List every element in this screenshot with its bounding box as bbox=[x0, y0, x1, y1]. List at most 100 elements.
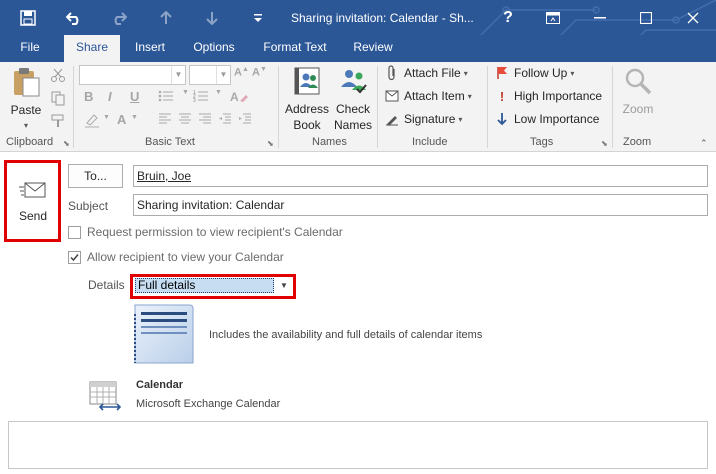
chevron-down-icon: ▾ bbox=[467, 91, 472, 101]
title-bar: Sharing invitation: Calendar - Sh... ? bbox=[0, 0, 716, 35]
cut-icon[interactable] bbox=[50, 67, 66, 83]
allow-view-checkbox[interactable] bbox=[68, 251, 81, 264]
separator bbox=[487, 66, 488, 148]
address-book-label-line2: Book bbox=[293, 118, 321, 132]
undo-icon[interactable] bbox=[60, 0, 88, 35]
attach-item-icon bbox=[384, 88, 400, 104]
bold-button[interactable]: B bbox=[84, 89, 93, 104]
highlight-icon[interactable] bbox=[84, 112, 100, 131]
font-name-combo[interactable]: ▼ bbox=[79, 65, 186, 85]
underline-button[interactable]: U bbox=[130, 89, 139, 104]
tab-share[interactable]: Share bbox=[64, 35, 120, 62]
subject-field[interactable]: Sharing invitation: Calendar bbox=[133, 194, 708, 216]
numbering-dropdown-icon[interactable]: ▼ bbox=[215, 89, 222, 96]
increase-indent-icon[interactable] bbox=[238, 112, 252, 129]
separator bbox=[73, 66, 74, 148]
request-permission-checkbox[interactable] bbox=[68, 226, 81, 239]
tags-launcher-icon[interactable]: ⬊ bbox=[601, 139, 608, 148]
check-names-label-line2: Names bbox=[333, 118, 372, 132]
font-color-dropdown-icon[interactable]: ▼ bbox=[131, 114, 138, 121]
highlight-dropdown-icon[interactable]: ▼ bbox=[103, 114, 110, 121]
send-envelope-icon bbox=[19, 182, 46, 197]
high-importance-button[interactable]: ! High Importance bbox=[494, 88, 602, 104]
copy-icon[interactable] bbox=[50, 90, 66, 106]
redo-icon[interactable] bbox=[105, 0, 133, 35]
separator bbox=[377, 66, 378, 148]
help-button[interactable]: ? bbox=[485, 0, 531, 35]
bullets-icon[interactable] bbox=[158, 89, 174, 106]
tab-options[interactable]: Options bbox=[186, 35, 242, 62]
to-field[interactable]: Bruin, Joe bbox=[133, 165, 708, 187]
save-icon[interactable] bbox=[14, 0, 42, 35]
names-group-label: Names bbox=[312, 136, 347, 148]
check-names-button[interactable]: Check Names bbox=[332, 65, 374, 133]
grow-font-icon[interactable]: A▲ bbox=[234, 66, 249, 79]
bullets-dropdown-icon[interactable]: ▼ bbox=[182, 89, 189, 96]
flag-icon bbox=[494, 65, 510, 81]
paste-icon bbox=[14, 68, 40, 97]
basic-text-group-label: Basic Text bbox=[145, 136, 195, 148]
details-preview-icon bbox=[134, 304, 194, 364]
recipient-name[interactable]: Bruin, Joe bbox=[137, 169, 191, 183]
subject-label: Subject bbox=[68, 199, 109, 213]
customize-quick-access-icon[interactable] bbox=[244, 0, 272, 35]
tab-review[interactable]: Review bbox=[348, 35, 398, 62]
check-names-label-line1: Check bbox=[335, 102, 370, 116]
align-left-icon[interactable] bbox=[158, 112, 172, 129]
align-center-icon[interactable] bbox=[178, 112, 192, 129]
clipboard-launcher-icon[interactable]: ⬊ bbox=[63, 139, 70, 148]
chevron-down-icon: ▾ bbox=[458, 114, 463, 124]
to-button[interactable]: To... bbox=[68, 164, 123, 188]
separator bbox=[612, 66, 613, 148]
zoom-group-label: Zoom bbox=[623, 136, 652, 148]
up-arrow-icon[interactable] bbox=[152, 0, 180, 35]
tab-file[interactable]: File bbox=[10, 35, 50, 62]
calendar-name: Calendar bbox=[136, 379, 184, 391]
signature-button[interactable]: Signature ▾ bbox=[384, 111, 462, 127]
align-right-icon[interactable] bbox=[198, 112, 212, 129]
low-importance-button[interactable]: Low Importance bbox=[494, 111, 599, 127]
follow-up-button[interactable]: Follow Up ▾ bbox=[494, 65, 574, 81]
tab-format-text[interactable]: Format Text bbox=[257, 35, 333, 62]
ribbon-tabs: File Share Insert Options Format Text Re… bbox=[0, 35, 716, 62]
down-arrow-icon[interactable] bbox=[198, 0, 226, 35]
ribbon-display-options-button[interactable] bbox=[530, 0, 576, 35]
calendar-icon bbox=[89, 380, 123, 412]
address-book-icon bbox=[294, 67, 320, 95]
follow-up-label: Follow Up bbox=[514, 66, 568, 80]
format-painter-icon[interactable] bbox=[50, 113, 66, 129]
address-book-label-line1: Address bbox=[284, 102, 330, 116]
shrink-font-icon[interactable]: A▼ bbox=[252, 66, 267, 79]
tab-insert[interactable]: Insert bbox=[128, 35, 172, 62]
check-names-icon bbox=[341, 70, 367, 94]
close-button[interactable] bbox=[670, 0, 716, 35]
subject-value: Sharing invitation: Calendar bbox=[137, 198, 285, 212]
send-button[interactable]: Send bbox=[8, 163, 58, 238]
down-arrow-icon bbox=[494, 111, 510, 127]
maximize-button[interactable] bbox=[623, 0, 669, 35]
attach-item-button[interactable]: Attach Item ▾ bbox=[384, 88, 472, 104]
paste-button[interactable]: Paste ▾ bbox=[6, 66, 46, 134]
details-highlight-box bbox=[130, 274, 296, 299]
minimize-button[interactable] bbox=[577, 0, 623, 35]
font-color-icon[interactable]: A bbox=[117, 112, 126, 127]
collapse-ribbon-icon[interactable]: ⌃ bbox=[700, 138, 708, 149]
zoom-button[interactable]: Zoom bbox=[618, 65, 658, 117]
basic-text-launcher-icon[interactable]: ⬊ bbox=[267, 139, 274, 148]
clear-formatting-icon[interactable]: A bbox=[230, 89, 248, 108]
numbering-icon[interactable]: 123 bbox=[193, 89, 209, 106]
exclamation-icon: ! bbox=[499, 88, 505, 104]
italic-button[interactable]: I bbox=[108, 89, 112, 104]
calendar-type: Microsoft Exchange Calendar bbox=[136, 398, 281, 410]
chevron-down-icon: ▼ bbox=[171, 66, 185, 84]
paperclip-icon bbox=[384, 65, 400, 81]
attach-file-button[interactable]: Attach File ▾ bbox=[384, 65, 468, 81]
details-description: Includes the availability and full detai… bbox=[209, 329, 483, 341]
decrease-indent-icon[interactable] bbox=[218, 112, 232, 129]
clipboard-group-label: Clipboard bbox=[6, 136, 54, 148]
chevron-down-icon: ▾ bbox=[570, 68, 575, 78]
message-body[interactable] bbox=[8, 421, 708, 469]
address-book-button[interactable]: Address Book bbox=[284, 65, 330, 133]
separator bbox=[278, 66, 279, 148]
font-size-combo[interactable]: ▼ bbox=[189, 65, 231, 85]
